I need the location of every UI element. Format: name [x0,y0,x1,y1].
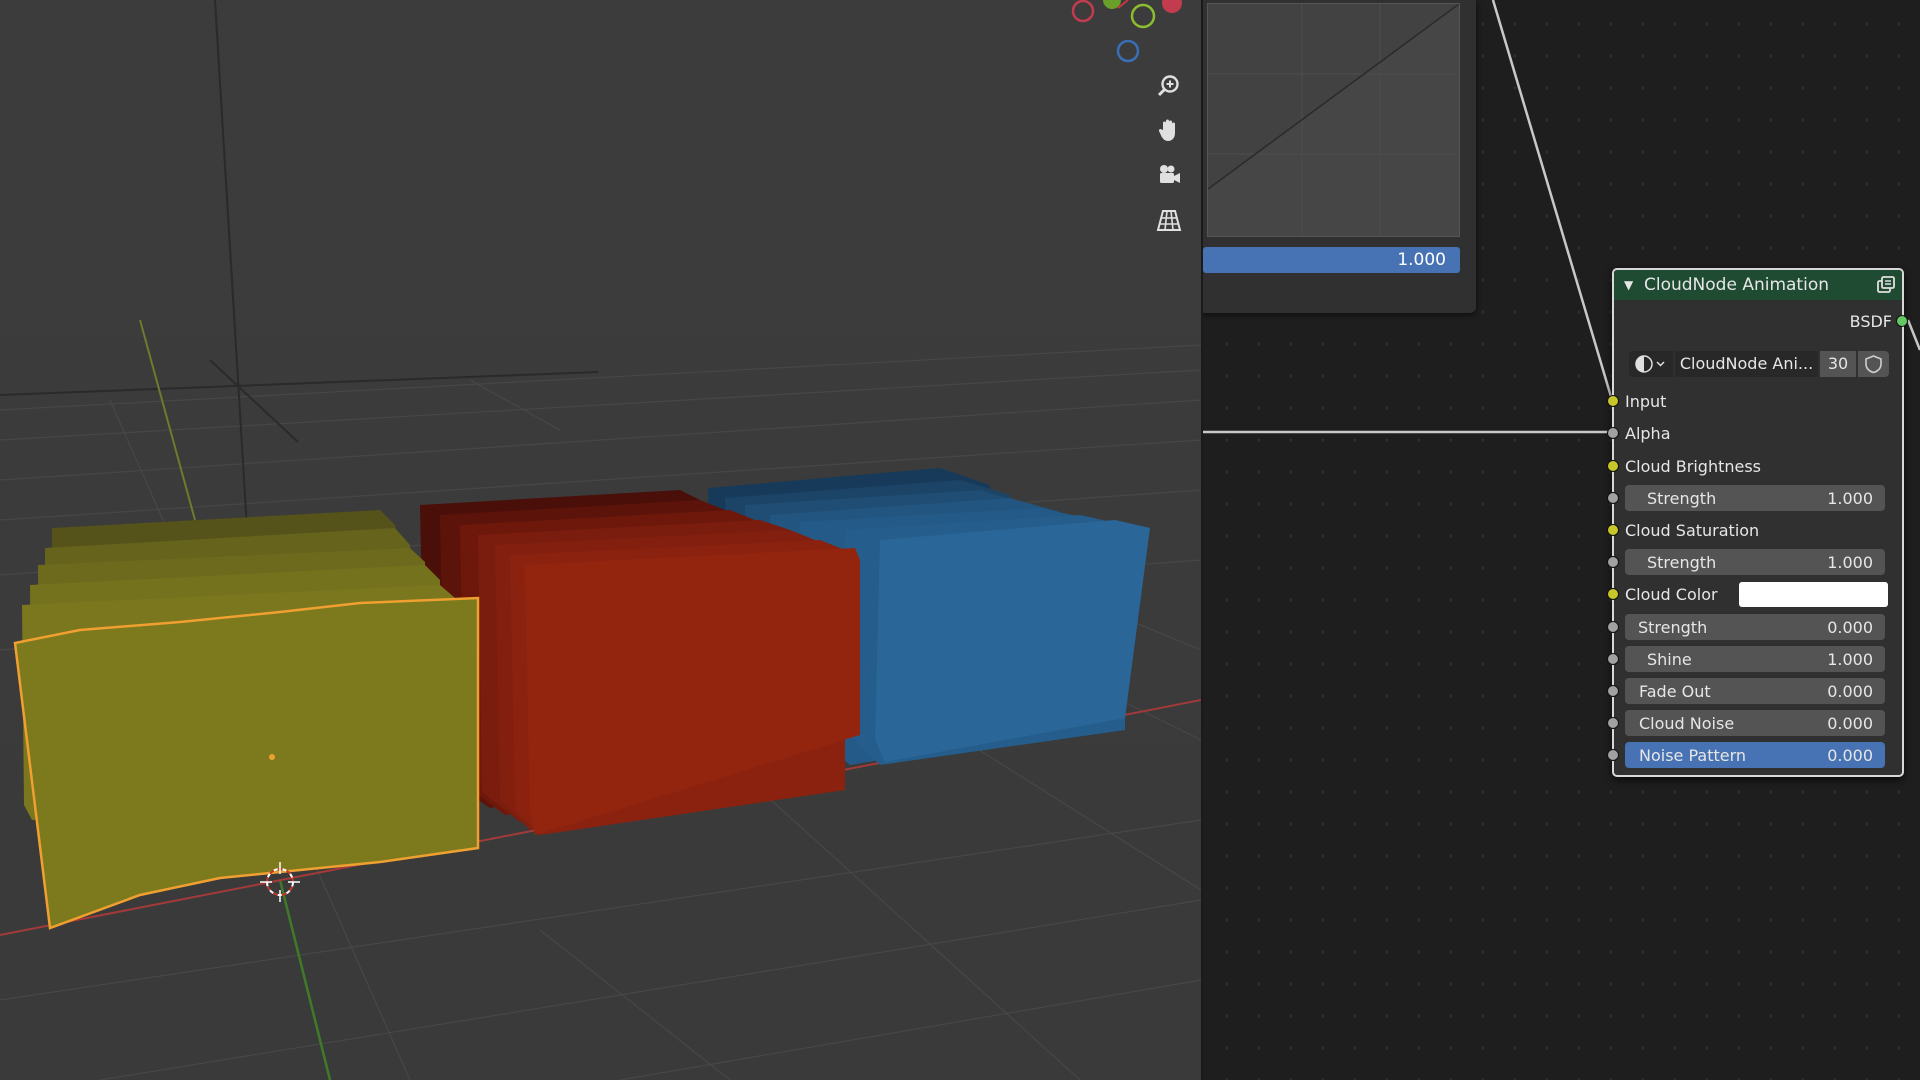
field-label: Cloud Noise [1639,714,1735,733]
input-socket-cloud-color[interactable] [1607,588,1619,600]
zoom-button[interactable] [1151,68,1187,104]
field-value: 1.000 [1827,553,1873,572]
output-label: BSDF [1849,312,1892,331]
field-value: 0.000 [1827,682,1873,701]
shield-icon [1865,355,1882,374]
fade-out-field[interactable]: Fade Out 0.000 [1625,678,1885,704]
input-row-cloud-saturation: Cloud Saturation [1607,515,1906,545]
input-socket-alpha[interactable] [1607,427,1619,439]
field-value: 0.000 [1827,618,1873,637]
curve-graph-canvas [1208,4,1459,236]
noise-pattern-field[interactable]: Noise Pattern 0.000 [1625,742,1885,768]
input-row-input: Input [1607,386,1906,416]
input-socket-cloud-noise[interactable] [1607,717,1619,729]
field-label: Strength [1647,553,1717,572]
node-group-datablock[interactable]: CloudNode Ani... 30 [1629,351,1889,377]
field-value: 1.000 [1827,650,1873,669]
shader-node-editor[interactable]: 1.000 ▼ CloudNode Animation BSDF CloudNo… [1203,0,1920,1080]
camera-icon [1160,165,1180,183]
input-row-strength-1: Strength 1.000 [1607,483,1906,513]
strength-field-2[interactable]: Strength 1.000 [1625,549,1885,575]
cloud-noise-field[interactable]: Cloud Noise 0.000 [1625,710,1885,736]
field-value: 1.000 [1827,489,1873,508]
scene-canvas[interactable] [0,0,1201,1080]
cloud-color-swatch[interactable] [1739,582,1888,607]
field-value: 0.000 [1827,746,1873,765]
cloudnode-animation-node[interactable]: ▼ CloudNode Animation BSDF CloudNode Ani… [1607,268,1908,777]
input-row-alpha: Alpha [1607,418,1906,448]
field-label: Fade Out [1639,682,1711,701]
node-title: CloudNode Animation [1644,275,1829,295]
node-group-name-field[interactable]: CloudNode Ani... [1675,351,1818,377]
input-socket-cloud-saturation[interactable] [1607,524,1619,536]
input-label: Alpha [1625,424,1671,443]
input-socket-cloud-brightness[interactable] [1607,460,1619,472]
red-card-stack [420,490,860,835]
input-row-cloud-noise: Cloud Noise 0.000 [1607,708,1906,738]
zoom-icon [1157,75,1179,97]
output-socket-bsdf[interactable] [1896,315,1908,327]
input-socket-fade-out[interactable] [1607,685,1619,697]
user-count-button[interactable]: 30 [1820,351,1856,377]
input-row-cloud-brightness: Cloud Brightness [1607,451,1906,481]
pan-hand-icon [1158,119,1175,141]
collapse-arrow-icon[interactable]: ▼ [1624,270,1633,300]
curve-node[interactable]: 1.000 [1203,0,1476,313]
perspective-grid-icon [1156,210,1182,231]
node-tree-browse-icon [1635,355,1665,373]
input-row-shine: Shine 1.000 [1607,644,1906,674]
datablock-row: CloudNode Ani... 30 [1614,348,1906,378]
input-row-strength-3: Strength 0.000 [1607,612,1906,642]
curve-value-field[interactable]: 1.000 [1203,247,1460,273]
curve-graph[interactable] [1207,3,1460,237]
browse-node-group-button[interactable] [1629,351,1673,377]
input-label: Input [1625,392,1667,411]
strength-field-3[interactable]: Strength 0.000 [1625,614,1885,640]
pan-button[interactable] [1151,112,1187,148]
object-origin-dot [269,754,275,760]
input-row-fade-out: Fade Out 0.000 [1607,676,1906,706]
fake-user-button[interactable] [1858,351,1889,377]
node-header[interactable]: ▼ CloudNode Animation [1614,270,1902,300]
input-socket-noise-pattern[interactable] [1607,749,1619,761]
input-label: Cloud Color [1625,585,1718,604]
camera-view-button[interactable] [1151,157,1187,193]
shine-field[interactable]: Shine 1.000 [1625,646,1885,672]
input-row-cloud-color: Cloud Color [1607,579,1906,609]
input-label: Cloud Brightness [1625,457,1762,476]
field-label: Noise Pattern [1639,746,1747,765]
input-row-strength-2: Strength 1.000 [1607,547,1906,577]
field-label: Strength [1638,618,1708,637]
input-socket-input[interactable] [1607,395,1619,407]
toggle-perspective-button[interactable] [1151,202,1187,238]
node-group-icon[interactable] [1876,275,1896,295]
input-label: Cloud Saturation [1625,521,1760,540]
input-socket-shine[interactable] [1607,653,1619,665]
input-socket-strength-2[interactable] [1607,556,1619,568]
field-label: Strength [1647,489,1717,508]
input-row-noise-pattern: Noise Pattern 0.000 [1607,740,1906,770]
strength-field-1[interactable]: Strength 1.000 [1625,485,1885,511]
output-row-bsdf: BSDF [1614,306,1908,336]
link-from-bsdf [1906,319,1920,351]
3d-viewport[interactable] [0,0,1201,1080]
field-label: Shine [1647,650,1692,669]
input-socket-strength-3[interactable] [1607,621,1619,633]
input-socket-strength-1[interactable] [1607,492,1619,504]
link-to-input [1491,0,1614,401]
field-value: 0.000 [1827,714,1873,733]
